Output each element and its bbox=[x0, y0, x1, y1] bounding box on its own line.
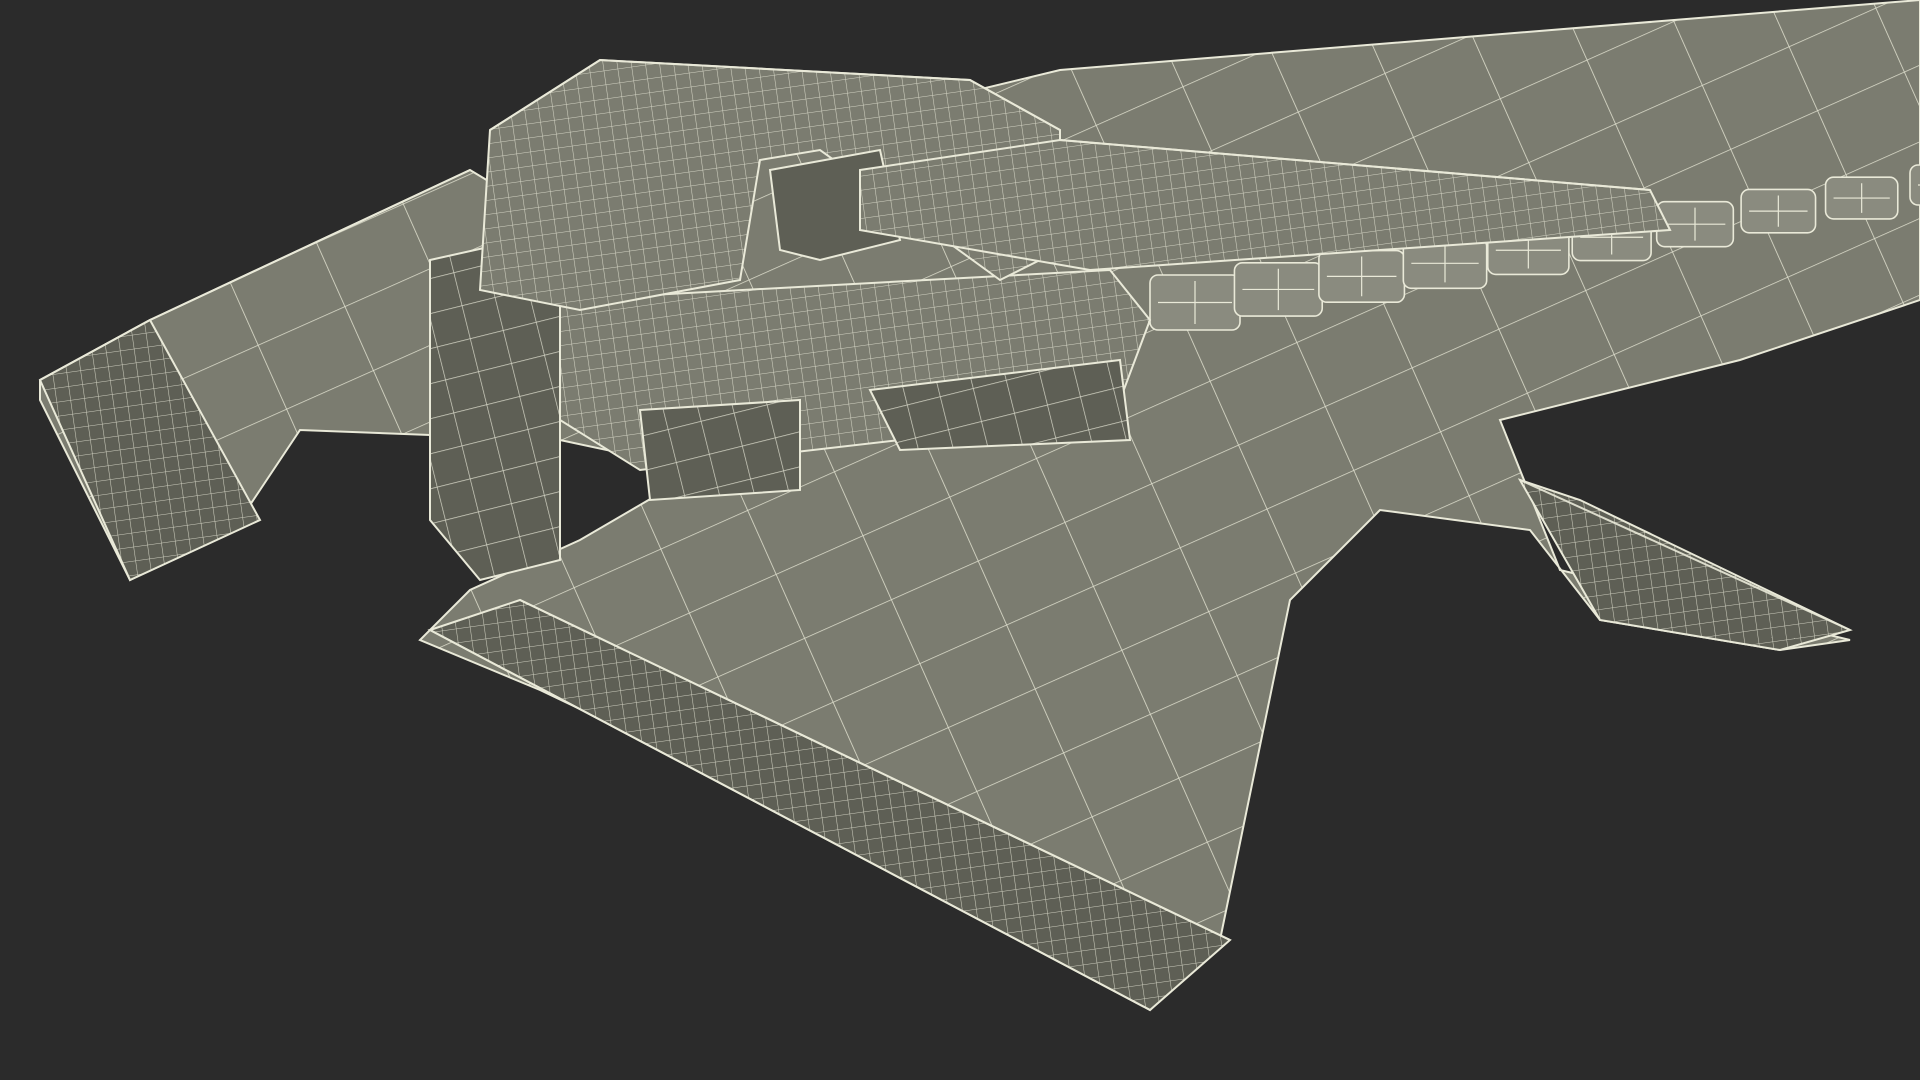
zipper-wireframe-render bbox=[0, 0, 1920, 1080]
wireframe-render-viewport bbox=[0, 0, 1920, 1080]
